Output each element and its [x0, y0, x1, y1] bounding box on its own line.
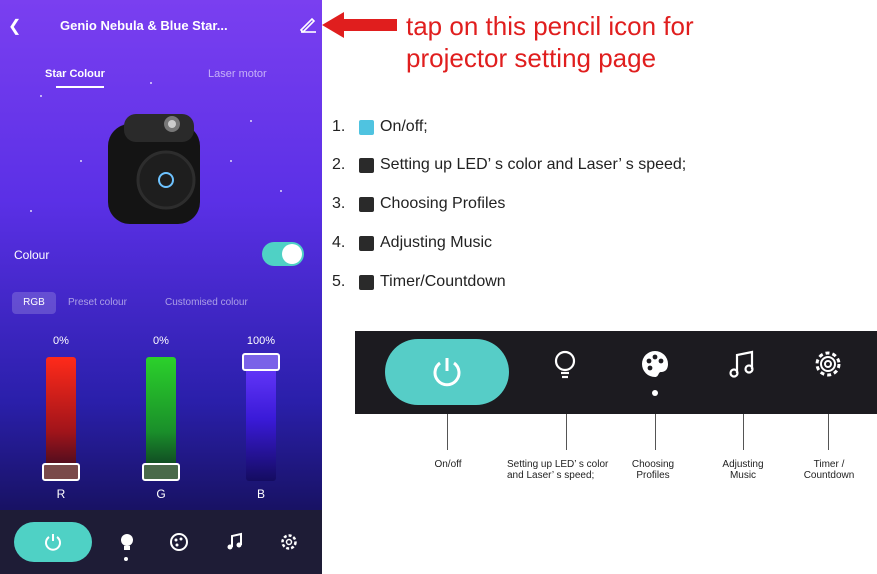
note-line-1: tap on this pencil icon for [406, 11, 694, 41]
music-icon[interactable] [726, 347, 760, 381]
list-num: 3. [332, 195, 346, 212]
leader-line [743, 414, 744, 450]
colour-mode-tabs: RGB Preset colour Customised colour [0, 292, 322, 316]
leader-line [828, 414, 829, 450]
bottom-nav [0, 510, 322, 574]
green-label: G [156, 487, 166, 501]
mode-customised-colour[interactable]: Customised colour [165, 297, 248, 308]
red-slider-handle[interactable] [42, 463, 80, 481]
red-arrow [322, 12, 397, 38]
tab-bar: Star Colour Laser motor [0, 62, 322, 90]
colour-toggle[interactable] [262, 242, 304, 266]
tab-star-colour[interactable]: Star Colour [45, 68, 105, 80]
list-num: 2. [332, 156, 346, 173]
star-dot [80, 160, 82, 162]
leader-line [655, 414, 656, 450]
caption-adjusting-music: Adjusting Music [722, 459, 764, 481]
bulb-icon[interactable] [548, 347, 582, 381]
blue-percent: 100% [246, 335, 276, 347]
caption-choosing-profiles: Choosing Profiles [631, 459, 675, 481]
back-button[interactable]: ❮ [8, 16, 21, 36]
list-num: 5. [332, 273, 346, 290]
bulb-icon[interactable] [116, 531, 138, 553]
bulb-icon [359, 158, 374, 173]
selected-indicator [124, 557, 128, 561]
device-title: Genio Nebula & Blue Star... [60, 18, 228, 33]
music-icon [359, 236, 374, 251]
star-dot [280, 190, 282, 192]
gear-icon [359, 275, 374, 290]
music-icon[interactable] [224, 531, 246, 553]
power-icon [45, 534, 61, 551]
note-line-2: projector setting page [406, 43, 657, 73]
green-slider-handle[interactable] [142, 463, 180, 481]
leader-line [447, 414, 448, 450]
mode-rgb[interactable]: RGB [12, 292, 56, 314]
tab-underline [56, 86, 104, 88]
green-percent: 0% [153, 335, 169, 347]
star-dot [40, 95, 42, 97]
phone-screenshot: ❮ Genio Nebula & Blue Star... Star Colou… [0, 0, 322, 574]
list-text: Setting up LED’ s color and Laser’ s spe… [380, 156, 687, 173]
power-button[interactable] [14, 522, 92, 562]
pencil-icon[interactable] [298, 14, 318, 34]
toggle-knob [282, 244, 302, 264]
nav-strip-diagram [355, 331, 877, 414]
star-dot [30, 210, 32, 212]
red-percent: 0% [53, 335, 69, 347]
list-text: Choosing Profiles [380, 195, 506, 212]
colour-label: Colour [14, 248, 50, 262]
list-num: 4. [332, 234, 346, 251]
projector-device-image [108, 114, 200, 224]
power-icon [433, 358, 461, 387]
power-button[interactable] [385, 339, 509, 405]
blue-label: B [256, 487, 265, 501]
colour-row: Colour [0, 240, 322, 270]
gear-icon[interactable] [278, 531, 300, 553]
list-text: Timer/Countdown [380, 273, 506, 290]
blue-slider[interactable] [246, 357, 276, 481]
red-label: R [56, 487, 66, 501]
leader-line [566, 414, 567, 450]
mode-preset-colour[interactable]: Preset colour [68, 297, 127, 308]
palette-icon[interactable] [638, 347, 672, 381]
star-dot [250, 120, 252, 122]
palette-icon [359, 197, 374, 212]
list-text: On/off; [380, 118, 428, 135]
caption-timer-countdown: Timer / Countdown [803, 459, 855, 481]
star-dot [230, 160, 232, 162]
selected-indicator [652, 390, 658, 396]
blue-slider-handle[interactable] [242, 353, 280, 371]
white-patch [322, 530, 397, 574]
pencil-instruction-note: tap on this pencil icon for projector se… [406, 10, 694, 74]
caption-setting-led: Setting up LED’ s color and Laser’ s spe… [507, 459, 609, 481]
power-icon [359, 120, 374, 135]
list-text: Adjusting Music [380, 234, 493, 251]
tab-laser-motor[interactable]: Laser motor [208, 68, 267, 80]
app-header: ❮ Genio Nebula & Blue Star... [0, 0, 322, 50]
gear-icon[interactable] [811, 347, 845, 381]
caption-on-off: On/off [434, 459, 462, 470]
palette-icon[interactable] [168, 531, 190, 553]
list-num: 1. [332, 118, 346, 135]
